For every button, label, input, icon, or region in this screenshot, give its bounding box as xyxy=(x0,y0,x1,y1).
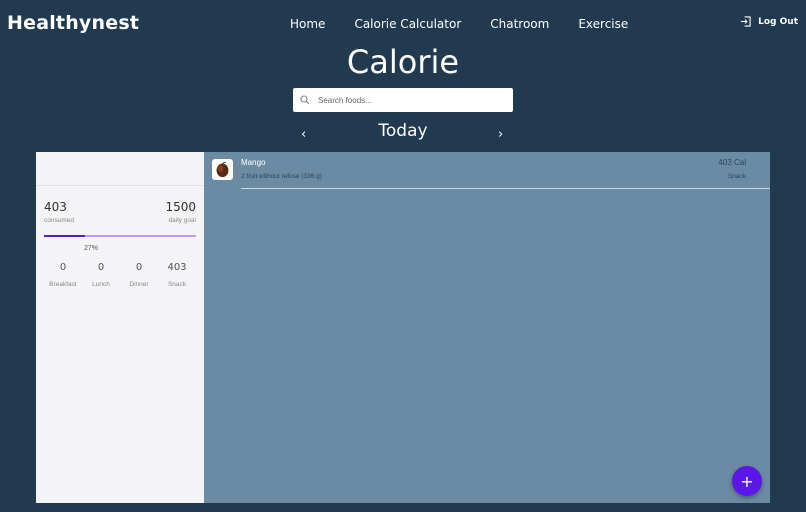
nav-calorie-calculator[interactable]: Calorie Calculator xyxy=(354,17,461,31)
daily-goal-value: 1500 xyxy=(165,200,196,214)
calorie-summary-panel: 403 1500 consumed daily goal 27% 0 Break… xyxy=(36,152,204,503)
meal-breakfast: 0 Breakfast xyxy=(44,262,82,288)
consumed-value: 403 xyxy=(44,200,67,214)
food-list-item[interactable]: Mango 2 fruit without refuse (336 g) 403… xyxy=(204,152,770,189)
meal-dinner: 0 Dinner xyxy=(120,262,158,288)
day-label: Today xyxy=(378,121,428,141)
food-divider xyxy=(241,188,770,189)
progress-percent: 27% xyxy=(84,245,99,252)
meal-label: Snack xyxy=(167,281,187,288)
meal-label: Breakfast xyxy=(49,281,77,288)
logout-label: Log Out xyxy=(758,16,798,27)
nav-exercise[interactable]: Exercise xyxy=(578,17,628,31)
food-list: Mango 2 fruit without refuse (336 g) 403… xyxy=(204,152,770,503)
summary-divider xyxy=(36,185,204,186)
meal-lunch: 0 Lunch xyxy=(82,262,120,288)
meal-value: 0 xyxy=(135,262,143,273)
nav-home[interactable]: Home xyxy=(290,17,325,31)
page: Healthynest Home Calorie Calculator Chat… xyxy=(0,0,806,512)
mango-icon xyxy=(212,159,233,180)
search-input[interactable] xyxy=(318,95,498,105)
meal-value: 0 xyxy=(97,262,105,273)
meal-value: 403 xyxy=(167,262,187,273)
meal-label: Dinner xyxy=(129,281,149,288)
add-food-button[interactable]: + xyxy=(732,466,762,496)
food-meal: Snack xyxy=(727,173,746,180)
day-navigator: ‹ Today › xyxy=(0,121,806,145)
meal-snack: 403 Snack xyxy=(158,262,196,288)
next-day-button[interactable]: › xyxy=(498,127,503,142)
page-title: Calorie xyxy=(346,43,460,81)
search-icon xyxy=(300,95,310,105)
search-box[interactable] xyxy=(293,88,513,112)
logout-icon xyxy=(741,16,751,27)
brand-logo[interactable]: Healthynest xyxy=(7,12,139,34)
food-calories: 403 Cal xyxy=(718,158,746,167)
food-name: Mango xyxy=(241,158,266,167)
nav-chatroom[interactable]: Chatroom xyxy=(490,17,549,31)
daily-goal-label: daily goal xyxy=(168,217,196,224)
consumed-label: consumed xyxy=(44,217,74,224)
meal-value: 0 xyxy=(59,262,67,273)
food-serving: 2 fruit without refuse (336 g) xyxy=(241,173,322,180)
calorie-progress-bar xyxy=(44,235,196,237)
calorie-progress-fill xyxy=(44,235,86,237)
logout-button[interactable]: Log Out xyxy=(740,16,798,27)
main-nav: Home Calorie Calculator Chatroom Exercis… xyxy=(290,17,628,31)
meal-label: Lunch xyxy=(92,281,110,288)
